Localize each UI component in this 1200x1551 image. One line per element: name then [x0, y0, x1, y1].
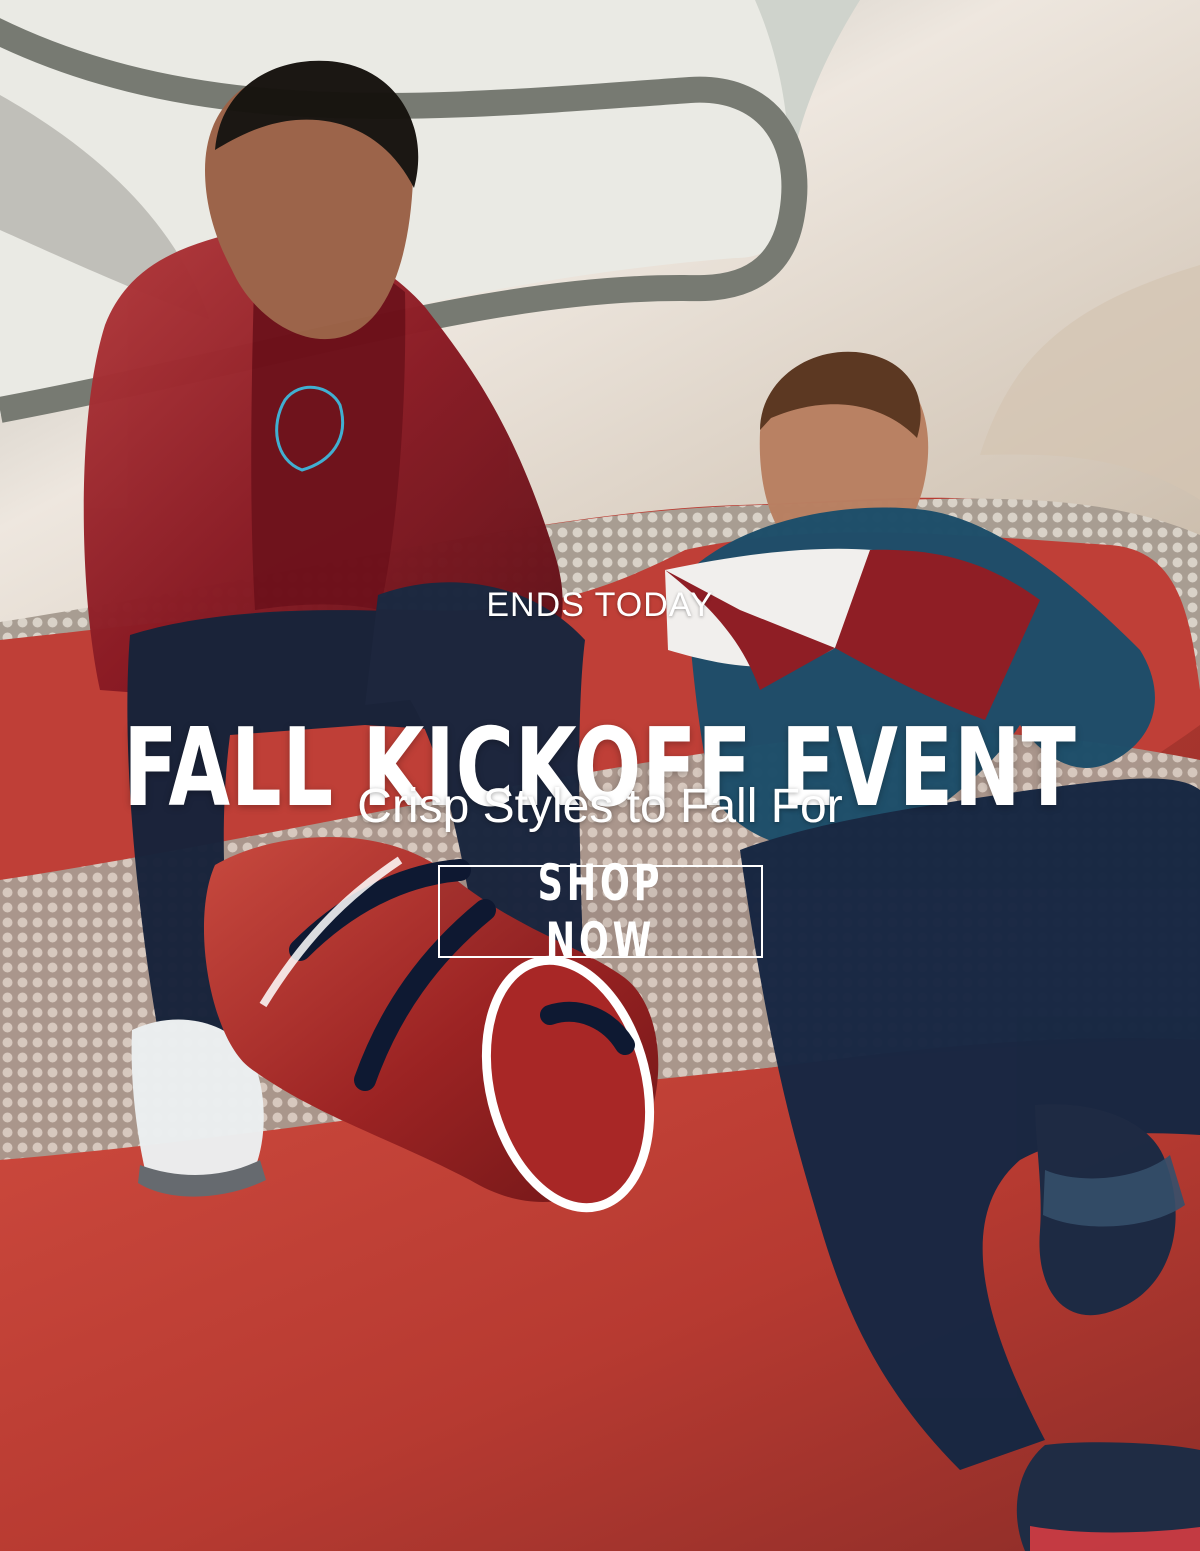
promo-subhead: Crisp Styles to Fall For	[357, 780, 843, 833]
promo-eyebrow: ENDS TODAY	[486, 586, 714, 624]
fall-kickoff-hero: ENDS TODAY FALL KICKOFF EVENT Crisp Styl…	[0, 0, 1200, 1551]
shop-now-label: SHOP NOW	[537, 853, 664, 970]
promo-copy: ENDS TODAY FALL KICKOFF EVENT Crisp Styl…	[0, 0, 1200, 1551]
shop-now-button[interactable]: SHOP NOW	[438, 854, 763, 970]
